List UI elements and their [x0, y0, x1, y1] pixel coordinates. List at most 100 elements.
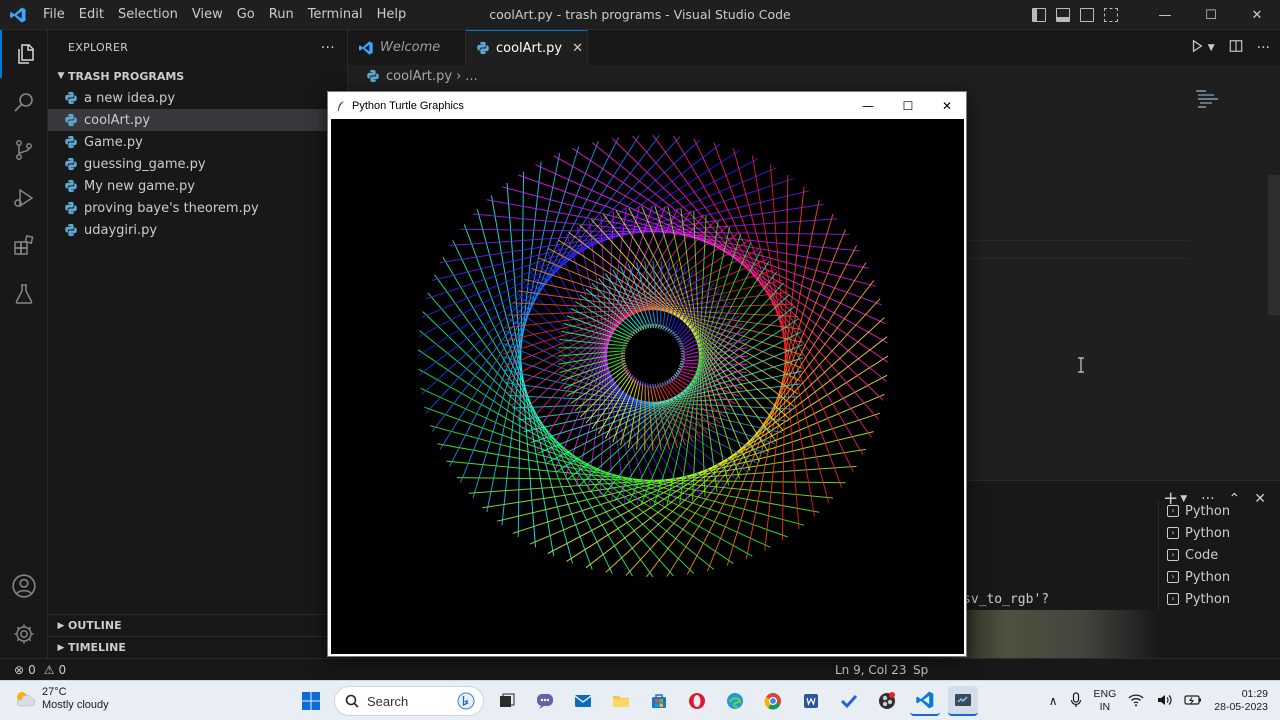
chrome-icon[interactable]: [758, 686, 788, 716]
clock[interactable]: 01:29 28-05-2023: [1214, 688, 1268, 714]
weather-widget[interactable]: 27°C Mostly cloudy: [14, 686, 109, 712]
file-name: My new game.py: [84, 178, 196, 194]
start-button[interactable]: [296, 686, 326, 716]
volume-icon[interactable]: [1156, 693, 1172, 710]
more-actions-icon[interactable]: ···: [1257, 40, 1270, 56]
turtle-maximize-button[interactable]: ☐: [888, 92, 928, 119]
microsoft-store-icon[interactable]: [644, 686, 674, 716]
obs-icon[interactable]: [872, 686, 902, 716]
menu-help[interactable]: Help: [370, 0, 414, 30]
tab-welcome[interactable]: Welcome: [348, 30, 466, 65]
search-icon[interactable]: [0, 78, 48, 126]
terminal-name: Python: [1185, 569, 1231, 585]
close-button[interactable]: ✕: [1234, 0, 1280, 30]
cursor-position[interactable]: Ln 9, Col 23: [835, 659, 907, 681]
python-file-icon: [64, 157, 78, 171]
menu-terminal[interactable]: Terminal: [301, 0, 370, 30]
microphone-icon[interactable]: [1070, 691, 1082, 711]
minimap[interactable]: [1196, 88, 1220, 110]
indentation-status[interactable]: Sp: [913, 659, 928, 681]
region-code: IN: [1099, 701, 1111, 713]
chevron-up-icon[interactable]: ∧: [1049, 694, 1058, 708]
menu-run[interactable]: Run: [262, 0, 301, 30]
toggle-secondary-sidebar-icon[interactable]: [1080, 8, 1094, 22]
breadcrumb-file[interactable]: coolArt.py: [386, 69, 452, 84]
source-control-icon[interactable]: [0, 126, 48, 174]
editor-guide-line: [965, 240, 1190, 241]
file-item[interactable]: guessing_game.py: [48, 153, 347, 175]
turtle-graphics-window: Python Turtle Graphics — ☐ ✕: [327, 91, 967, 657]
mail-icon[interactable]: [568, 686, 598, 716]
maximize-button[interactable]: ☐: [1188, 0, 1234, 30]
wifi-icon[interactable]: [1128, 693, 1144, 710]
turtle-minimize-button[interactable]: —: [848, 92, 888, 119]
weather-desc: Mostly cloudy: [42, 699, 109, 711]
terminal-list: › Python › Python › Code › Python › Python: [1158, 500, 1274, 610]
editor-guide-line: [965, 258, 1190, 259]
folder-trash-programs[interactable]: ▼ TRASH PROGRAMS: [48, 65, 347, 87]
close-tab-icon[interactable]: ✕: [572, 41, 583, 56]
more-actions-button[interactable]: ···: [321, 40, 335, 56]
toggle-sidebar-icon[interactable]: [1032, 8, 1046, 22]
minimize-button[interactable]: —: [1142, 0, 1188, 30]
menu-go[interactable]: Go: [230, 0, 262, 30]
problems-status[interactable]: ⊗ 0 ⚠ 0: [14, 659, 66, 681]
python-file-icon: [64, 135, 78, 149]
python-turtle-taskbar-icon[interactable]: [948, 686, 978, 716]
file-item[interactable]: a new idea.py: [48, 87, 347, 109]
file-name: Game.py: [84, 134, 143, 150]
terminal-instance[interactable]: › Python: [1159, 588, 1274, 610]
settings-gear-icon[interactable]: [0, 610, 48, 658]
chevron-down-icon[interactable]: ▼: [1208, 43, 1215, 53]
file-list: a new idea.py coolArt.py Game.py guessing_g…: [48, 87, 347, 241]
explorer-icon[interactable]: [0, 30, 48, 78]
python-file-icon: [476, 41, 490, 55]
vscode-taskbar-icon[interactable]: [910, 686, 940, 716]
toggle-panel-icon[interactable]: [1056, 8, 1070, 22]
tab-coolart[interactable]: coolArt.py ✕: [466, 30, 588, 65]
warning-icon: ⚠: [43, 663, 55, 677]
file-item[interactable]: Game.py: [48, 131, 347, 153]
file-item[interactable]: proving baye's theorem.py: [48, 197, 347, 219]
warning-count: 0: [58, 663, 67, 677]
outline-section[interactable]: ▶ OUTLINE: [48, 614, 347, 636]
task-view-icon[interactable]: [492, 686, 522, 716]
taskbar-search[interactable]: Search: [334, 686, 484, 716]
windows-taskbar: 27°C Mostly cloudy Search ∧ ENG IN 01:29…: [0, 680, 1280, 720]
terminal-instance[interactable]: › Python: [1159, 500, 1274, 522]
teams-chat-icon[interactable]: [530, 686, 560, 716]
tab-label: Welcome: [380, 40, 441, 55]
turtle-close-button[interactable]: ✕: [927, 92, 967, 119]
run-python-file-icon[interactable]: [1190, 38, 1204, 57]
opera-icon[interactable]: [682, 686, 712, 716]
testing-icon[interactable]: [0, 270, 48, 318]
extensions-icon[interactable]: [0, 222, 48, 270]
account-icon[interactable]: [0, 562, 48, 610]
input-language[interactable]: ENG IN: [1094, 688, 1117, 714]
run-debug-icon[interactable]: [0, 174, 48, 222]
edge-icon[interactable]: [720, 686, 750, 716]
menu-file[interactable]: File: [36, 0, 72, 30]
menu-selection[interactable]: Selection: [111, 0, 185, 30]
menu-view[interactable]: View: [185, 0, 230, 30]
battery-icon[interactable]: [1184, 694, 1202, 709]
breadcrumb-symbol[interactable]: ...: [465, 69, 477, 84]
terminal-instance[interactable]: › Python: [1159, 522, 1274, 544]
terminal-instance[interactable]: › Python: [1159, 566, 1274, 588]
menu-edit[interactable]: Edit: [72, 0, 111, 30]
activity-bar: [0, 30, 48, 658]
file-item[interactable]: udaygiri.py: [48, 219, 347, 241]
customize-layout-icon[interactable]: [1104, 8, 1118, 22]
outline-label: OUTLINE: [68, 619, 122, 632]
turtle-canvas[interactable]: [331, 119, 964, 654]
file-item[interactable]: coolArt.py: [48, 109, 347, 131]
cloudy-weather-icon: [17, 692, 36, 707]
file-explorer-icon[interactable]: [606, 686, 636, 716]
file-item[interactable]: My new game.py: [48, 175, 347, 197]
word-icon[interactable]: [796, 686, 826, 716]
terminal-instance[interactable]: › Code: [1159, 544, 1274, 566]
todo-icon[interactable]: [834, 686, 864, 716]
split-editor-icon[interactable]: [1229, 38, 1243, 57]
timeline-section[interactable]: ▶ TIMELINE: [48, 636, 347, 658]
editor-scrollbar[interactable]: [1268, 175, 1280, 315]
